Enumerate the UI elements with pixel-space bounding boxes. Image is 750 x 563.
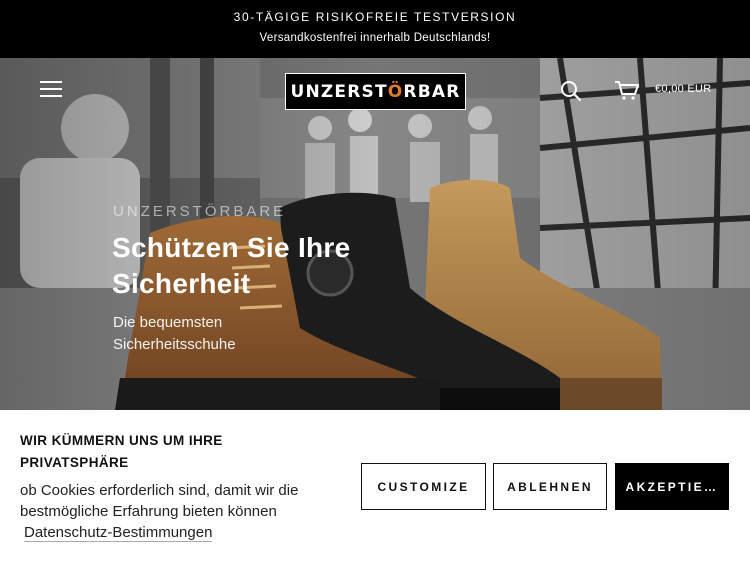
privacy-policy-link[interactable]: Datenschutz-Bestimmungen [24,524,213,542]
announcement-headline: 30-TÄGIGE RISIKOFREIE TESTVERSION [233,10,517,24]
hamburger-menu-icon[interactable] [40,81,62,97]
cookie-heading: WIR KÜMMERN UNS UM IHRE PRIVATSPHÄRE [20,433,223,470]
logo-text-accent: Ö [387,81,404,102]
hero-title: Schützen Sie Ihre Sicherheit [112,232,351,299]
cart-total[interactable]: €0,00 EUR [655,83,712,95]
search-icon[interactable] [560,80,582,102]
announcement-bar: 30-TÄGIGE RISIKOFREIE TESTVERSION Versan… [0,0,750,58]
reject-button[interactable]: ABLEHNEN [493,463,607,510]
hero-banner: UNZERSTÖRBARE Schützen Sie Ihre Sicherhe… [0,58,750,410]
logo-text-end: RBAR [403,81,461,102]
customize-button[interactable]: CUSTOMIZE [361,463,486,510]
cookie-banner: WIR KÜMMERN UNS UM IHRE PRIVATSPHÄRE ob … [0,410,750,563]
accept-button[interactable]: AKZEPTIE… [615,463,729,510]
site-logo[interactable]: UNZERST Ö RBAR [285,73,466,110]
logo-text-main: UNZERST [290,81,388,102]
hero-eyebrow: UNZERSTÖRBARE [113,203,287,220]
announcement-subline: Versandkostenfrei innerhalb Deutschlands… [259,32,491,44]
hero-subtitle: Die bequemsten Sicherheitsschuhe [113,314,236,353]
cookie-description: ob Cookies erforderlich sind, damit wir … [20,482,299,520]
cookie-text: ob Cookies erforderlich sind, damit wir … [20,480,360,543]
cart-icon[interactable] [614,79,640,101]
